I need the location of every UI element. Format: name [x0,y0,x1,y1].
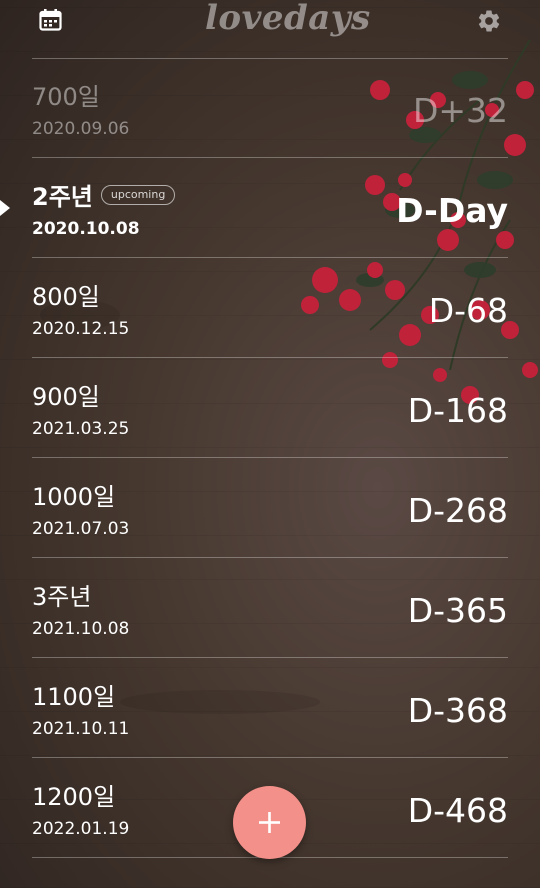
item-title: 900일 [32,383,100,411]
item-title: 1200일 [32,783,116,811]
item-title: 1000일 [32,483,116,511]
list-item[interactable]: 900일 2021.03.25 D-168 [0,358,540,458]
top-bar: lovedays [0,0,540,44]
item-dday: D+32 [412,91,508,130]
current-pointer-icon [0,200,10,216]
item-dday: D-468 [407,791,508,830]
upcoming-badge: upcoming [100,185,176,205]
list-item[interactable]: 700일 2020.09.06 D+32 [0,58,540,158]
add-anniversary-button[interactable] [233,786,306,859]
item-title: 2주년 [32,183,93,211]
app-logo: lovedays [205,0,371,38]
item-date: 2020.09.06 [32,119,130,139]
item-date: 2020.10.08 [32,219,140,239]
item-date: 2021.10.08 [32,619,130,639]
item-title-row: 2주년 upcoming [32,182,176,212]
list-item[interactable]: 1100일 2021.10.11 D-368 [0,658,540,758]
list-item-current[interactable]: 2주년 upcoming 2020.10.08 D-Day [0,158,540,258]
item-dday: D-Day [396,191,508,230]
item-dday: D-365 [407,591,508,630]
item-dday: D-68 [428,291,508,330]
item-date: 2021.03.25 [32,419,130,439]
calendar-icon[interactable] [39,9,62,31]
item-title: 3주년 [32,583,92,611]
item-dday: D-368 [407,691,508,730]
item-date: 2021.07.03 [32,519,130,539]
item-date: 2022.01.19 [32,819,130,839]
list-item[interactable]: 800일 2020.12.15 D-68 [0,258,540,358]
item-title: 700일 [32,83,100,111]
item-dday: D-168 [407,391,508,430]
list-item[interactable]: 1000일 2021.07.03 D-268 [0,458,540,558]
item-title: 1100일 [32,683,116,711]
list-item[interactable]: 3주년 2021.10.08 D-365 [0,558,540,658]
item-dday: D-268 [407,491,508,530]
item-title: 800일 [32,283,100,311]
item-date: 2021.10.11 [32,719,130,739]
item-date: 2020.12.15 [32,319,130,339]
plus-icon [259,812,280,833]
anniversary-list: 700일 2020.09.06 D+32 2주년 upcoming 2020.10… [0,58,540,858]
gear-icon[interactable] [476,8,502,34]
